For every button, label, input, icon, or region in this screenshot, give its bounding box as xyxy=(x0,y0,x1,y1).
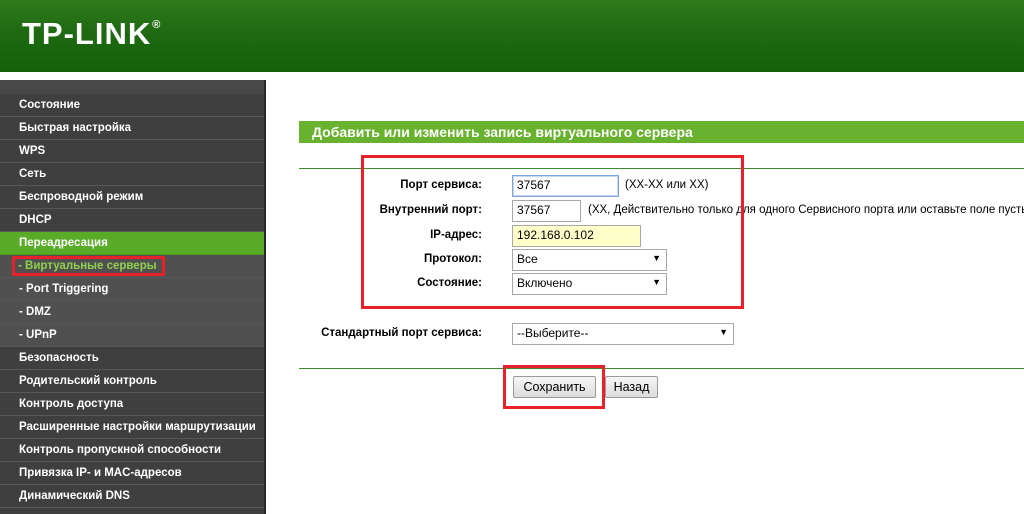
dropdown-arrow-icon: ▼ xyxy=(719,327,728,337)
highlight-box-fields xyxy=(361,155,744,309)
sidebar-item-access-control[interactable]: Контроль доступа xyxy=(0,393,264,416)
main-content: Добавить или изменить запись виртуальног… xyxy=(268,80,1024,514)
sidebar-item-wireless[interactable]: Беспроводной режим xyxy=(0,186,264,209)
standard-port-select[interactable]: --Выберите-- ▼ xyxy=(512,323,734,345)
header-bar: TP-LINK® xyxy=(0,0,1024,72)
header-divider xyxy=(0,72,1024,80)
sidebar-top-spacer xyxy=(0,80,264,94)
page-title: Добавить или изменить запись виртуальног… xyxy=(299,121,1024,143)
sidebar-item-advanced-routing[interactable]: Расширенные настройки маршрутизации xyxy=(0,416,264,439)
sidebar-item-ip-mac-binding[interactable]: Привязка IP- и MAC-адресов xyxy=(0,462,264,485)
highlight-box-save xyxy=(503,365,605,409)
back-button[interactable]: Назад xyxy=(605,376,658,398)
brand-logo: TP-LINK® xyxy=(22,16,161,52)
sidebar-item-virtual-servers[interactable]: - Виртуальные серверы xyxy=(0,255,264,278)
sidebar-item-upnp[interactable]: - UPnP xyxy=(0,324,264,347)
sidebar-item-quick-setup[interactable]: Быстрая настройка xyxy=(0,117,264,140)
sidebar-item-dmz[interactable]: - DMZ xyxy=(0,301,264,324)
sidebar-item-network[interactable]: Сеть xyxy=(0,163,264,186)
sidebar-item-parental-control[interactable]: Родительский контроль xyxy=(0,370,264,393)
sidebar-item-wps[interactable]: WPS xyxy=(0,140,264,163)
brand-reg-mark: ® xyxy=(152,19,162,31)
sidebar-item-bandwidth-control[interactable]: Контроль пропускной способности xyxy=(0,439,264,462)
sidebar-item-status[interactable]: Состояние xyxy=(0,94,264,117)
bottom-separator xyxy=(299,368,1024,369)
sidebar-item-port-triggering[interactable]: - Port Triggering xyxy=(0,278,264,301)
sidebar-item-virtual-servers-label: - Виртуальные серверы xyxy=(12,256,165,276)
sidebar-menu: Состояние Быстрая настройка WPS Сеть Бес… xyxy=(0,80,266,514)
sidebar-item-dynamic-dns[interactable]: Динамический DNS xyxy=(0,485,264,508)
sidebar-item-security[interactable]: Безопасность xyxy=(0,347,264,370)
brand-name: TP-LINK xyxy=(22,16,152,51)
sidebar-item-dhcp[interactable]: DHCP xyxy=(0,209,264,232)
sidebar-item-forwarding[interactable]: Переадресация xyxy=(0,232,264,255)
standard-port-select-value: --Выберите-- xyxy=(517,326,589,340)
standard-port-label: Стандартный порт сервиса: xyxy=(321,327,482,339)
